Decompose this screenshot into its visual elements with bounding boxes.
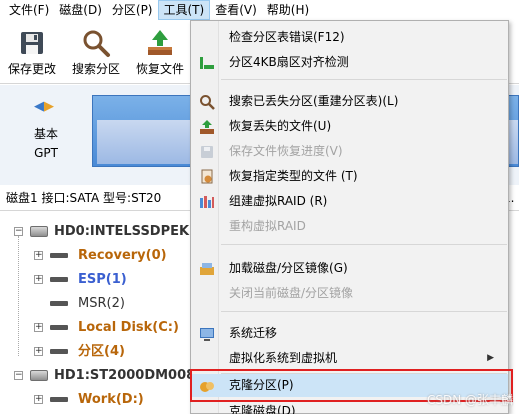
tree-node-partition4[interactable]: + 分区(4) <box>0 340 200 364</box>
expand-icon[interactable]: + <box>34 275 43 284</box>
menu-separator <box>221 79 507 80</box>
menu-view[interactable]: 查看(V) <box>210 0 262 20</box>
menu-item-label: 搜索已丢失分区(重建分区表)(L) <box>229 94 399 108</box>
disk-gpt-label: GPT <box>34 146 58 160</box>
partition-icon <box>50 397 68 402</box>
work-label: Work(D:) <box>78 392 144 407</box>
collapse-icon[interactable]: − <box>14 371 23 380</box>
tree-node-hd1[interactable]: − HD1:ST2000DM008 <box>0 364 200 388</box>
prev-disk-icon[interactable]: ◀ <box>34 99 44 114</box>
disk-type: 基本 GPT <box>34 125 58 163</box>
hd1-label: HD1:ST2000DM008 <box>54 368 196 383</box>
msr-label: MSR(2) <box>78 296 125 311</box>
watermark: CSDN @张丰麟 <box>426 393 513 407</box>
menu-item-label: 虚拟化系统到虚拟机 <box>229 351 338 365</box>
tree-node-msr[interactable]: MSR(2) <box>0 292 200 316</box>
menu-item-label: 加载磁盘/分区镜像(G) <box>229 261 348 275</box>
menu-tools[interactable]: 工具(T) <box>157 0 211 20</box>
expand-icon[interactable]: + <box>34 251 43 260</box>
menu-item-label: 组建虚拟RAID (R) <box>229 194 328 208</box>
tree-node-esp[interactable]: + ESP(1) <box>0 268 200 292</box>
tree-node-work[interactable]: + Work(D:) <box>0 388 200 412</box>
next-disk-icon[interactable]: ▶ <box>44 99 54 114</box>
partition-icon <box>50 301 68 306</box>
magnifier-icon <box>81 28 111 58</box>
menu-item-close-image: 关闭当前磁盘/分区镜像 <box>192 282 508 305</box>
submenu-arrow-icon: ▶ <box>487 353 494 363</box>
menu-item-check-partition-table[interactable]: 检查分区表错误(F12) <box>192 26 508 49</box>
menu-item-label: 关闭当前磁盘/分区镜像 <box>229 286 354 300</box>
menu-file[interactable]: 文件(F) <box>4 0 54 20</box>
file-type-icon <box>199 169 215 185</box>
menu-item-label: 检查分区表错误(F12) <box>229 30 345 44</box>
menu-item-4kb-alignment[interactable]: 分区4KB扇区对齐检测 <box>192 51 508 74</box>
partition-icon <box>50 253 68 258</box>
menu-item-label: 系统迁移 <box>229 326 278 340</box>
search-partition-button[interactable]: 搜索分区 <box>66 26 126 82</box>
raid-icon <box>199 194 215 210</box>
collapse-icon[interactable]: − <box>14 227 23 236</box>
partition-icon <box>50 349 68 354</box>
recover-files-button[interactable]: 恢复文件 <box>130 26 190 82</box>
menu-item-load-image[interactable]: 加载磁盘/分区镜像(G) <box>192 257 508 280</box>
hard-disk-icon <box>30 226 48 237</box>
save-changes-button[interactable]: 保存更改 <box>2 26 62 82</box>
local-c-label: Local Disk(C:) <box>78 320 179 335</box>
menu-item-build-virtual-raid[interactable]: 组建虚拟RAID (R) <box>192 190 508 213</box>
menu-bar: 文件(F) 磁盘(D) 分区(P) 工具(T) 查看(V) 帮助(H) <box>0 0 519 20</box>
hard-disk-icon <box>30 370 48 381</box>
menu-help[interactable]: 帮助(H) <box>262 0 314 20</box>
menu-item-label: 克隆磁盘(D) <box>229 404 296 414</box>
disk-info-text: 磁盘1 接口:SATA 型号:ST20 <box>6 191 162 205</box>
disk-basic-label: 基本 <box>34 127 59 141</box>
tree-node-recovery[interactable]: + Recovery(0) <box>0 244 200 268</box>
save-icon <box>17 28 47 58</box>
menu-item-search-lost-partitions[interactable]: 搜索已丢失分区(重建分区表)(L) <box>192 90 508 113</box>
esp-label: ESP(1) <box>78 272 127 287</box>
save-icon <box>199 144 215 160</box>
expand-icon[interactable]: + <box>34 395 43 404</box>
partition-icon <box>50 277 68 282</box>
menu-partition[interactable]: 分区(P) <box>107 0 158 20</box>
menu-item-recover-lost-files[interactable]: 恢复丢失的文件(U) <box>192 115 508 138</box>
menu-item-virtualize-system[interactable]: 虚拟化系统到虚拟机 ▶ <box>192 347 508 370</box>
menu-item-rebuild-virtual-raid: 重构虚拟RAID <box>192 215 508 238</box>
monitor-icon <box>199 326 215 342</box>
menu-item-label: 恢复指定类型的文件 (T) <box>229 169 358 183</box>
magnifier-icon <box>199 94 215 110</box>
tree-node-hd0[interactable]: − HD0:INTELSSDPEK <box>0 220 200 244</box>
menu-separator <box>221 311 507 312</box>
alignment-icon <box>199 55 215 71</box>
tools-dropdown-menu: 检查分区表错误(F12) 分区4KB扇区对齐检测 搜索已丢失分区(重建分区表)(… <box>190 20 509 414</box>
menu-item-save-recovery-progress: 保存文件恢复进度(V) <box>192 140 508 163</box>
partition4-label: 分区(4) <box>78 344 125 359</box>
save-changes-label: 保存更改 <box>7 62 56 76</box>
menu-item-label: 恢复丢失的文件(U) <box>229 119 332 133</box>
recovery-label: Recovery(0) <box>78 248 167 263</box>
menu-item-recover-file-types[interactable]: 恢复指定类型的文件 (T) <box>192 165 508 188</box>
tree-node-local-c[interactable]: + Local Disk(C:) <box>0 316 200 340</box>
recover-files-label: 恢复文件 <box>135 62 184 76</box>
partition-icon <box>50 325 68 330</box>
recover-files-icon <box>145 28 175 58</box>
menu-separator <box>221 244 507 245</box>
menu-item-system-migration[interactable]: 系统迁移 <box>192 322 508 345</box>
menu-disk[interactable]: 磁盘(D) <box>54 0 107 20</box>
search-partition-label: 搜索分区 <box>71 62 120 76</box>
menu-item-label: 重构虚拟RAID <box>229 219 306 233</box>
disk-image-icon <box>199 261 215 277</box>
expand-icon[interactable]: + <box>34 347 43 356</box>
disk-nav-arrows[interactable]: ◀▶ <box>34 99 54 114</box>
hd0-label: HD0:INTELSSDPEK <box>54 224 190 239</box>
expand-icon[interactable]: + <box>34 323 43 332</box>
menu-item-label: 保存文件恢复进度(V) <box>229 144 343 158</box>
recover-files-icon <box>199 119 215 135</box>
menu-item-label: 分区4KB扇区对齐检测 <box>229 55 349 69</box>
